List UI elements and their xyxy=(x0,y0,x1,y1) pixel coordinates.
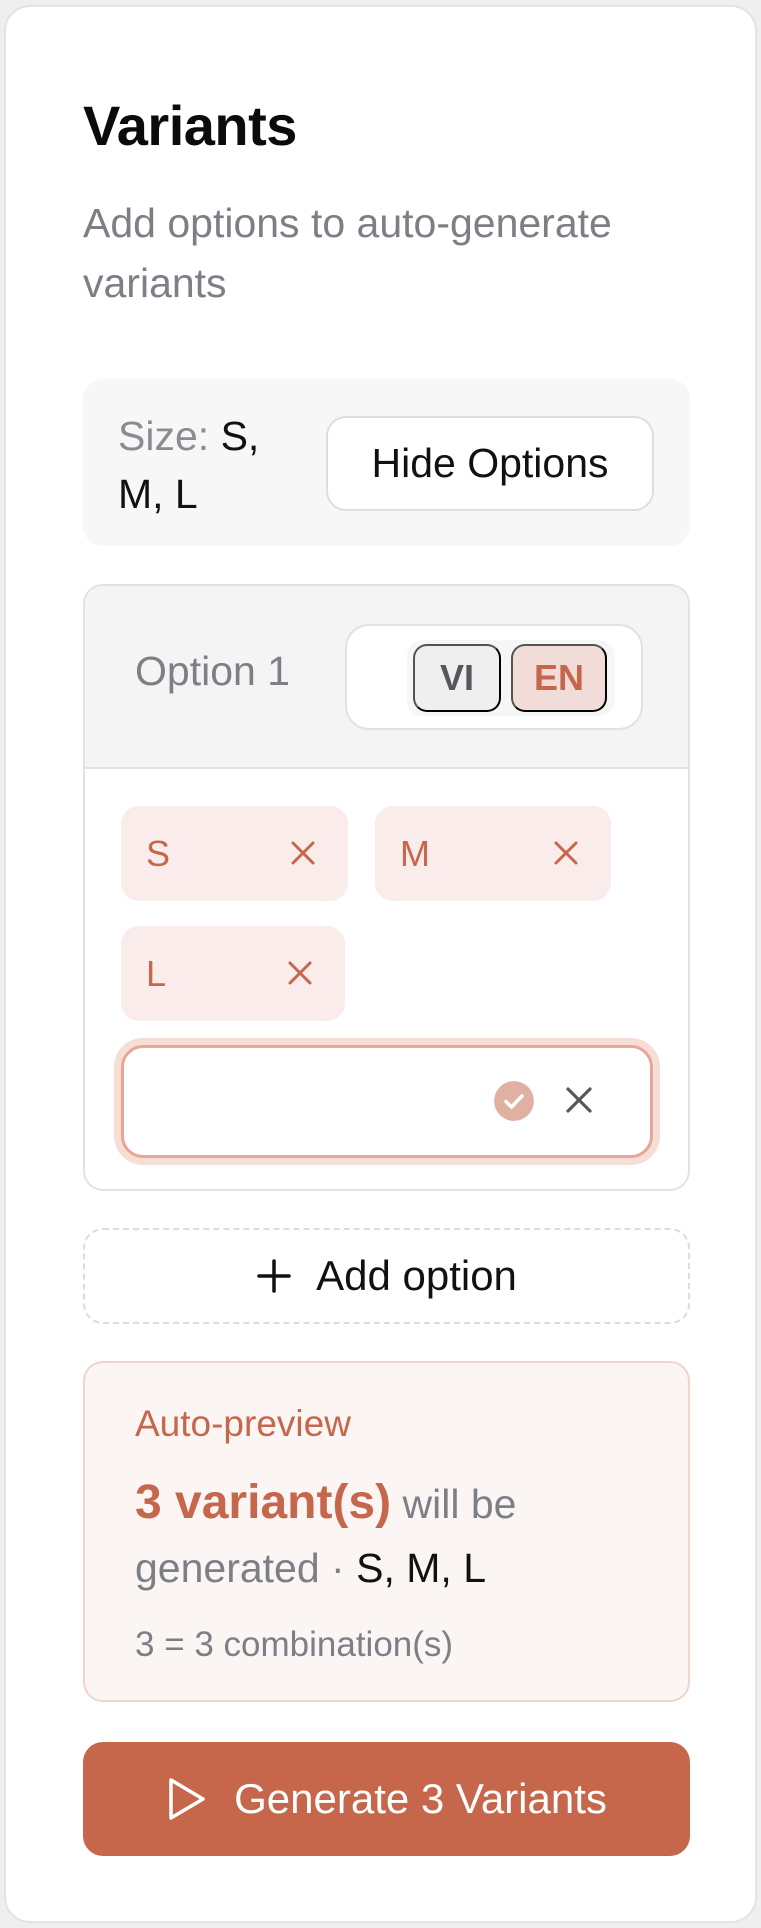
hide-options-button[interactable]: Hide Options xyxy=(326,416,654,511)
close-icon[interactable] xyxy=(290,840,316,866)
close-icon[interactable] xyxy=(553,840,579,866)
options-summary: Size: S, M, L Hide Options xyxy=(83,379,690,546)
chip-label: S xyxy=(146,833,171,874)
language-switcher: VI EN xyxy=(345,624,643,730)
generate-variants-button[interactable]: Generate 3 Variants xyxy=(83,1742,690,1856)
preview-title: Auto-preview xyxy=(135,1403,351,1444)
chip-label: M xyxy=(400,833,430,874)
variant-count: 3 variant(s) xyxy=(135,1476,392,1529)
language-en-button[interactable]: EN xyxy=(511,644,607,712)
add-option-button[interactable]: Add option xyxy=(83,1228,690,1324)
option-header: Option 1 VI EN xyxy=(85,586,688,769)
preview-summary: 3 variant(s) will be generated · S, M, L xyxy=(135,1471,655,1600)
combination-count: 3 = 3 combination(s) xyxy=(135,1625,454,1664)
plus-icon xyxy=(257,1259,291,1293)
play-icon xyxy=(169,1778,205,1820)
option-card: Option 1 VI EN S M L xyxy=(83,584,690,1191)
value-chip-s: S xyxy=(121,806,348,901)
summary-key: Size: xyxy=(118,413,210,459)
language-vi-button[interactable]: VI xyxy=(413,644,501,712)
close-icon[interactable] xyxy=(565,1086,593,1114)
new-value-input[interactable] xyxy=(121,1045,653,1158)
chip-label: L xyxy=(146,953,167,994)
variants-panel: Variants Add options to auto-generate va… xyxy=(4,5,757,1923)
add-option-label: Add option xyxy=(316,1252,517,1299)
preview-values: S, M, L xyxy=(356,1545,486,1591)
generate-label: Generate 3 Variants xyxy=(234,1775,607,1822)
option-name: Option 1 xyxy=(135,648,290,694)
check-circle-icon[interactable] xyxy=(494,1081,534,1121)
auto-preview-box: Auto-preview 3 variant(s) will be genera… xyxy=(83,1361,690,1702)
value-chip-l: L xyxy=(121,926,345,1021)
page-title: Variants xyxy=(83,94,297,157)
value-chip-m: M xyxy=(375,806,611,901)
close-icon[interactable] xyxy=(287,960,313,986)
language-track: VI EN xyxy=(407,640,615,716)
page-subtitle: Add options to auto-generate variants xyxy=(83,200,612,306)
summary-text: Size: S, M, L xyxy=(118,407,298,523)
